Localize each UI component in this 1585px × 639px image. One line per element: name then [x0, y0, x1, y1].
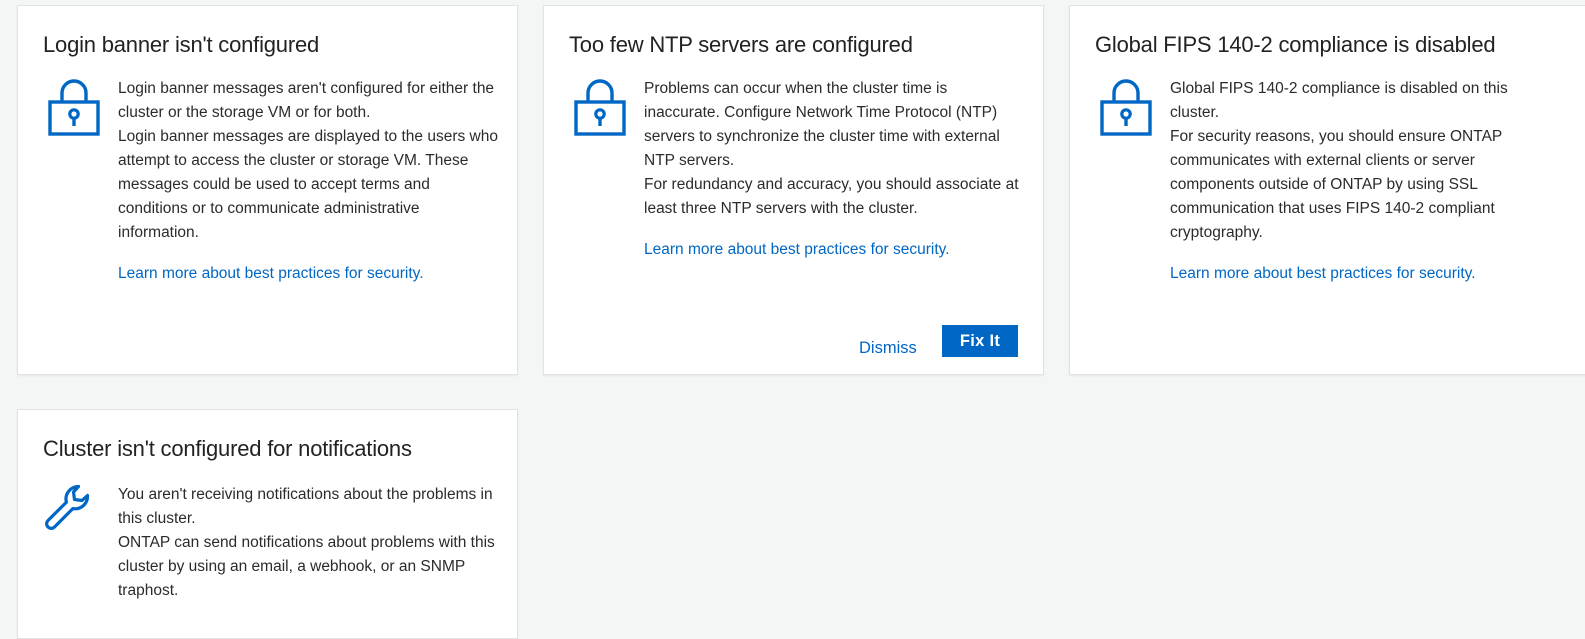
card-description: You aren't receiving notifications about…	[118, 483, 498, 603]
description-paragraph: For security reasons, you should ensure …	[1170, 128, 1502, 241]
description-paragraph: Global FIPS 140-2 compliance is disabled…	[1170, 80, 1508, 121]
card-description: Login banner messages aren't configured …	[118, 77, 498, 286]
learn-more-link[interactable]: Learn more about best practices for secu…	[644, 238, 950, 262]
card-title: Login banner isn't configured	[43, 32, 320, 57]
learn-more-link[interactable]: Learn more about best practices for secu…	[118, 262, 424, 286]
login-banner-card: Login banner isn't configured Login bann…	[17, 5, 518, 375]
card-title: Global FIPS 140-2 compliance is disabled	[1095, 32, 1496, 57]
ntp-servers-card: Too few NTP servers are configured Probl…	[543, 5, 1044, 375]
description-paragraph: Login banner messages are displayed to t…	[118, 128, 498, 241]
wrench-icon	[42, 480, 100, 540]
description-paragraph: You aren't receiving notifications about…	[118, 486, 493, 527]
card-title: Too few NTP servers are configured	[569, 32, 913, 57]
lock-icon	[1097, 76, 1155, 136]
description-paragraph: Login banner messages aren't configured …	[118, 80, 495, 121]
card-description: Problems can occur when the cluster time…	[644, 77, 1024, 262]
description-paragraph: ONTAP can send notifications about probl…	[118, 534, 495, 599]
dismiss-button[interactable]: Dismiss	[859, 332, 917, 364]
card-title: Cluster isn't configured for notificatio…	[43, 436, 412, 461]
learn-more-link[interactable]: Learn more about best practices for secu…	[1170, 262, 1476, 286]
notifications-card: Cluster isn't configured for notificatio…	[17, 409, 518, 639]
lock-icon	[45, 76, 103, 136]
fips-compliance-card: Global FIPS 140-2 compliance is disabled…	[1069, 5, 1585, 375]
description-paragraph: For redundancy and accuracy, you should …	[644, 176, 1019, 217]
lock-icon	[571, 76, 629, 136]
fix-it-button[interactable]: Fix It	[942, 325, 1018, 357]
card-description: Global FIPS 140-2 compliance is disabled…	[1170, 77, 1550, 286]
description-paragraph: Problems can occur when the cluster time…	[644, 80, 1000, 169]
